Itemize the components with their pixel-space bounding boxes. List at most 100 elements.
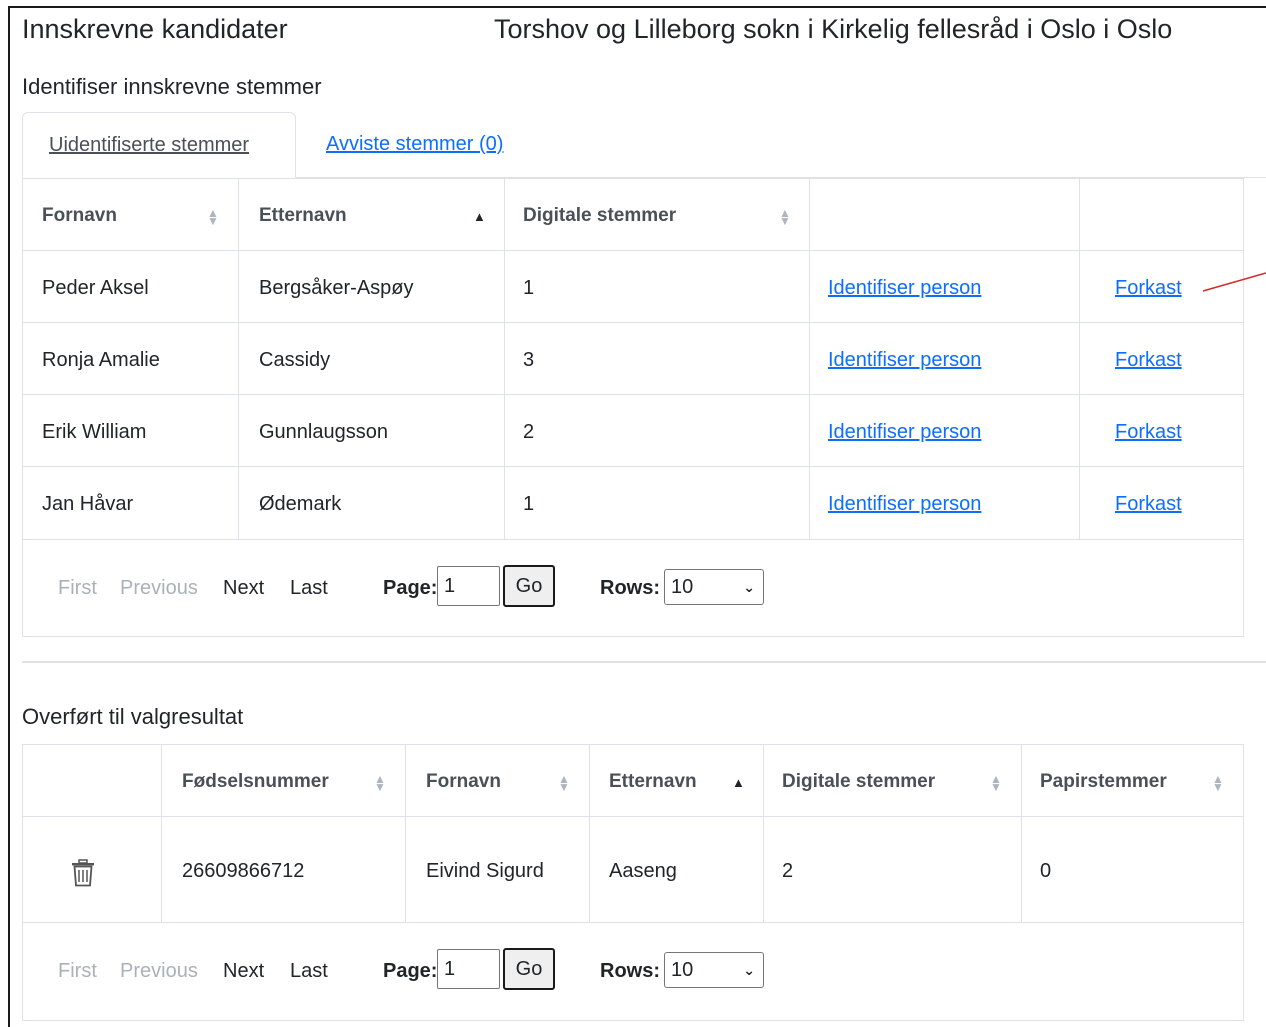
pager-previous[interactable]: Previous <box>120 960 198 983</box>
sort-icon: ▲ ▼ <box>1212 772 1224 794</box>
tab-unidentified-label[interactable]: Uidentifiserte stemmer <box>49 134 249 157</box>
cell-papir: 0 <box>1040 860 1052 882</box>
cell-digitale: 2 <box>523 421 535 443</box>
trash-icon[interactable] <box>71 859 95 887</box>
table-cell: Identifiser person <box>810 251 1080 323</box>
table-cell: 0 <box>1022 817 1244 923</box>
table-cell: Identifiser person <box>810 395 1080 467</box>
col-header-papir[interactable]: Papirstemmer ▲ ▼ <box>1022 745 1244 817</box>
pager-last[interactable]: Last <box>290 960 328 983</box>
go-button[interactable]: Go <box>503 565 555 607</box>
table-cell: 3 <box>505 323 810 395</box>
table-row: Peder Aksel <box>23 251 239 323</box>
col-header-digitale[interactable]: Digitale stemmer ▲ ▼ <box>764 745 1022 817</box>
pager-first[interactable]: First <box>58 577 97 600</box>
col-header-digitale-label: Digitale stemmer <box>523 205 677 226</box>
col-header-etternavn-label: Etternavn <box>609 771 697 792</box>
table-cell: Forkast <box>1080 323 1244 395</box>
cell-etternavn: Cassidy <box>259 349 331 371</box>
table-cell: 26609866712 <box>162 817 406 923</box>
tab-rejected[interactable]: Avviste stemmer (0) <box>326 133 503 156</box>
col-header-fodselsnummer[interactable]: Fødselsnummer ▲ ▼ <box>162 745 406 817</box>
table-cell: Identifiser person <box>810 323 1080 395</box>
pager-first[interactable]: First <box>58 960 97 983</box>
col-header-etternavn-label: Etternavn <box>259 205 347 226</box>
pager-previous[interactable]: Previous <box>120 577 198 600</box>
rows-select-value: 10 <box>671 959 694 981</box>
table-row: Erik William <box>23 395 239 467</box>
page-title: Innskrevne kandidater <box>22 14 288 44</box>
col-header-fornavn[interactable]: Fornavn ▲ ▼ <box>406 745 590 817</box>
identify-person-link[interactable]: Identifiser person <box>828 493 981 516</box>
table-cell: 2 <box>764 817 1022 923</box>
cell-fornavn: Ronja Amalie <box>42 349 160 371</box>
discard-link[interactable]: Forkast <box>1115 349 1182 372</box>
table-row: Jan Håvar <box>23 467 239 540</box>
chevron-down-icon: ⌄ <box>743 579 755 595</box>
sort-ascending-icon: ▲ <box>732 775 745 790</box>
pager-next[interactable]: Next <box>223 960 264 983</box>
table-cell: Forkast <box>1080 395 1244 467</box>
page-number-input[interactable] <box>437 566 500 606</box>
section-title-identify: Identifiser innskrevne stemmer <box>22 74 322 99</box>
table-cell: Aaseng <box>590 817 764 923</box>
cell-etternavn: Bergsåker-Aspøy <box>259 277 414 299</box>
transferred-table-panel: Fødselsnummer ▲ ▼ Fornavn ▲ ▼ Etternavn ▲ … <box>22 744 1244 1021</box>
rows-select-value: 10 <box>671 576 694 598</box>
discard-link[interactable]: Forkast <box>1115 421 1182 444</box>
pager-next[interactable]: Next <box>223 577 264 600</box>
identify-person-link[interactable]: Identifiser person <box>828 349 981 372</box>
identify-person-link[interactable]: Identifiser person <box>828 277 981 300</box>
page-label: Page: <box>383 577 438 599</box>
cell-digitale: 1 <box>523 493 535 515</box>
sort-icon: ▲ ▼ <box>990 772 1002 794</box>
discard-link[interactable]: Forkast <box>1115 277 1182 300</box>
table-cell: Cassidy <box>239 323 505 395</box>
discard-link[interactable]: Forkast <box>1115 493 1182 516</box>
identify-person-link[interactable]: Identifiser person <box>828 421 981 444</box>
table-row: Ronja Amalie <box>23 323 239 395</box>
col-header-digitale-label: Digitale stemmer <box>782 771 936 792</box>
col-header-actions <box>23 745 162 817</box>
table-cell: Eivind Sigurd <box>406 817 590 923</box>
table-cell: 2 <box>505 395 810 467</box>
table-cell: Identifiser person <box>810 467 1080 540</box>
table-cell: Gunnlaugsson <box>239 395 505 467</box>
page-number-input[interactable] <box>437 949 500 989</box>
table-cell: Forkast <box>1080 467 1244 540</box>
cell-fornavn: Peder Aksel <box>42 277 149 299</box>
rows-label: Rows: <box>600 960 660 982</box>
section-title-transferred: Overført til valgresultat <box>22 704 244 729</box>
rows-select[interactable]: 10 ⌄ <box>664 569 764 605</box>
col-header-fornavn[interactable]: Fornavn ▲ ▼ <box>23 179 239 251</box>
col-header-papir-label: Papirstemmer <box>1040 771 1167 792</box>
col-header-fodselsnummer-label: Fødselsnummer <box>182 771 329 792</box>
cell-digitale: 1 <box>523 277 535 299</box>
chevron-down-icon: ⌄ <box>743 962 755 978</box>
col-header-digitale[interactable]: Digitale stemmer ▲ ▼ <box>505 179 810 251</box>
table-cell: Bergsåker-Aspøy <box>239 251 505 323</box>
rows-select[interactable]: 10 ⌄ <box>664 952 764 988</box>
go-button[interactable]: Go <box>503 948 555 990</box>
cell-fornavn: Eivind Sigurd <box>426 860 544 882</box>
page-label: Page: <box>383 960 438 982</box>
col-header-identify <box>810 179 1080 251</box>
annotation-line <box>1202 272 1266 292</box>
rows-label: Rows: <box>600 577 660 599</box>
cell-etternavn: Gunnlaugsson <box>259 421 388 443</box>
cell-etternavn: Aaseng <box>609 860 677 882</box>
cell-fornavn: Erik William <box>42 421 147 443</box>
table-cell: 1 <box>505 251 810 323</box>
pager-last[interactable]: Last <box>290 577 328 600</box>
table-cell: 1 <box>505 467 810 540</box>
col-header-discard <box>1080 179 1244 251</box>
sort-icon: ▲ ▼ <box>374 772 386 794</box>
sort-icon: ▲ ▼ <box>558 772 570 794</box>
col-header-fornavn-label: Fornavn <box>426 771 501 792</box>
col-header-etternavn[interactable]: Etternavn ▲ <box>239 179 505 251</box>
sort-icon: ▲ ▼ <box>779 206 791 228</box>
organization-name: Torshov og Lilleborg sokn i Kirkelig fel… <box>494 14 1173 44</box>
table-row <box>23 817 162 923</box>
col-header-etternavn[interactable]: Etternavn ▲ <box>590 745 764 817</box>
tab-unidentified[interactable]: Uidentifiserte stemmer <box>22 112 296 178</box>
